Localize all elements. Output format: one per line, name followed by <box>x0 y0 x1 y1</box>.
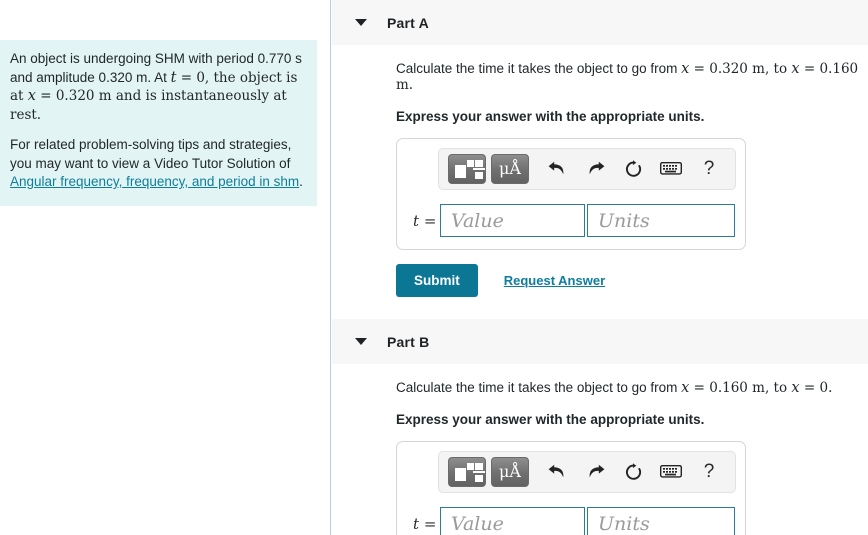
redo-icon-b[interactable] <box>580 458 610 486</box>
undo-icon-a[interactable] <box>542 155 572 183</box>
problem-paragraph-2: For related problem-solving tips and str… <box>10 136 303 192</box>
question-b-var2: x <box>791 380 800 396</box>
variable-x: x <box>27 88 36 104</box>
chevron-down-icon <box>355 338 367 345</box>
submit-button-a[interactable]: Submit <box>396 264 478 297</box>
units-button-b[interactable]: μÅ <box>491 457 529 487</box>
question-text-a: Calculate the time it takes the object t… <box>396 61 868 93</box>
help-icon-b[interactable]: ? <box>694 458 724 486</box>
question-b-1: Calculate the time it takes the object t… <box>396 380 682 395</box>
problem-text-2b: . <box>299 174 303 189</box>
problem-paragraph-1: An object is undergoing SHM with period … <box>10 50 303 124</box>
question-b-3: = 0. <box>799 380 833 396</box>
answer-input-row-b: t = <box>407 507 735 535</box>
redo-icon-a[interactable] <box>580 155 610 183</box>
part-body-a: Calculate the time it takes the object t… <box>332 45 868 319</box>
value-input-b[interactable] <box>440 507 585 535</box>
problem-statement-card: An object is undergoing SHM with period … <box>0 40 317 206</box>
keyboard-icon-a[interactable] <box>656 155 686 183</box>
keyboard-icon-b[interactable] <box>656 458 686 486</box>
math-template-icon <box>454 462 485 482</box>
reset-icon-a[interactable] <box>618 155 648 183</box>
part-title-b: Part B <box>387 333 430 350</box>
answer-box-b: μÅ ? t = <box>396 441 746 535</box>
value-input-a[interactable] <box>440 204 585 237</box>
question-a-1: Calculate the time it takes the object t… <box>396 61 682 76</box>
video-tutor-solution-link[interactable]: Angular frequency, frequency, and period… <box>10 174 299 189</box>
help-icon-a[interactable]: ? <box>694 155 724 183</box>
question-text-b: Calculate the time it takes the object t… <box>396 380 868 396</box>
math-template-icon <box>454 159 485 179</box>
variable-label-a: t = <box>413 211 437 230</box>
variable-label-b: t = <box>413 514 437 533</box>
math-toolbar-b: μÅ ? <box>438 451 736 493</box>
instruction-b: Express your answer with the appropriate… <box>396 412 705 427</box>
units-input-b[interactable] <box>587 507 735 535</box>
reset-icon-b[interactable] <box>618 458 648 486</box>
answer-pane: Part A Calculate the time it takes the o… <box>332 0 868 535</box>
question-a-2: = 0.320 m, to <box>689 61 792 77</box>
math-toolbar-a: μÅ ? <box>438 148 736 190</box>
part-body-b: Calculate the time it takes the object t… <box>332 364 868 535</box>
math-template-button-b[interactable] <box>448 457 486 487</box>
answer-input-row-a: t = <box>407 204 735 237</box>
math-template-button-a[interactable] <box>448 154 486 184</box>
chevron-down-icon <box>355 19 367 26</box>
question-b-2: = 0.160 m, to <box>689 380 792 396</box>
problem-text-2a: For related problem-solving tips and str… <box>10 137 292 171</box>
problem-text-1c: = 0.320 m and is instantaneously at rest… <box>10 88 287 123</box>
undo-icon-b[interactable] <box>542 458 572 486</box>
request-answer-link-a[interactable]: Request Answer <box>504 273 605 288</box>
units-button-a[interactable]: μÅ <box>491 154 529 184</box>
answer-box-a: μÅ ? t = <box>396 138 746 250</box>
part-header-a[interactable]: Part A <box>332 0 868 45</box>
instruction-a: Express your answer with the appropriate… <box>396 109 705 124</box>
part-header-b[interactable]: Part B <box>332 319 868 364</box>
actions-a: Submit Request Answer <box>396 264 868 297</box>
question-a-var2: x <box>791 61 800 77</box>
problem-statement-pane: An object is undergoing SHM with period … <box>0 0 331 535</box>
units-input-a[interactable] <box>587 204 735 237</box>
part-title-a: Part A <box>387 14 429 31</box>
problem-page: An object is undergoing SHM with period … <box>0 0 868 535</box>
